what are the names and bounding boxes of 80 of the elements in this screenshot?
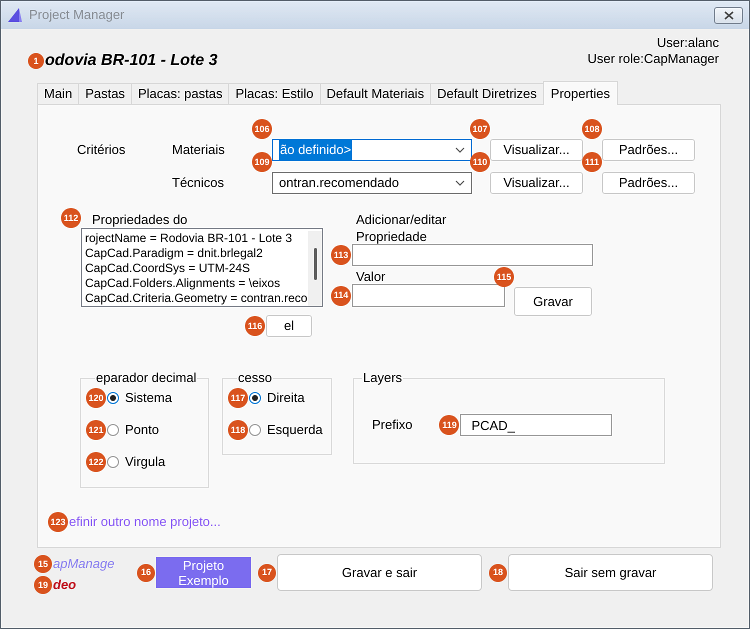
callout-marker: 120 [86, 388, 106, 408]
user-role: User role:CapManager [587, 51, 719, 67]
callout-marker: 15 [34, 555, 52, 573]
field-label: Propriedade [356, 229, 427, 244]
callout-marker: 18 [489, 564, 507, 582]
callout-marker: 116 [245, 316, 265, 336]
list-item[interactable]: CapCad.CoordSys = UTM-24S [85, 261, 250, 276]
field-label: Materiais [172, 141, 226, 160]
radio-button[interactable] [249, 392, 261, 404]
chevron-down-icon [455, 180, 465, 186]
radio-button[interactable] [107, 456, 119, 468]
callout-marker: 17 [258, 564, 276, 582]
list-item[interactable]: CapCad.Criteria.Geometry = contran.reco [85, 291, 308, 306]
property-list[interactable]: rojectName = Rodovia BR-101 - Lote 3 CapCad.Paradigm = dnit.brlegal2 CapCad.CoordSys = UTM-24S CapCad.Folders.Alignments = \eixos CapCad.Criteria.Geometry = contran.reco [81, 228, 323, 307]
radio-label: Sistema [125, 389, 172, 408]
callout-marker: 115 [494, 267, 514, 287]
group-title: eparador decimal [95, 370, 198, 386]
delete-button[interactable]: el [266, 315, 312, 337]
radio-button[interactable] [107, 424, 119, 436]
callout-marker: 108 [582, 119, 602, 139]
callout-marker: 112 [61, 208, 81, 228]
radio-button[interactable] [249, 424, 261, 436]
callout-marker: 113 [331, 245, 351, 265]
callout-marker: 19 [34, 576, 52, 594]
window-title: Project Manager [29, 6, 124, 24]
project-title: odovia BR-101 - Lote 3 [45, 51, 218, 71]
radio-button[interactable] [107, 392, 119, 404]
callout-marker: 109 [252, 152, 272, 172]
close-icon [724, 10, 734, 20]
field-label: Técnicos [172, 174, 226, 192]
user-name: User:alanc [656, 35, 719, 51]
dropdown[interactable]: ão definido> [272, 139, 472, 161]
save-button[interactable]: Gravar [514, 287, 592, 316]
callout-marker: 16 [137, 564, 155, 582]
callout-marker: 1 [28, 53, 44, 69]
tab[interactable]: Placas: pastas [130, 83, 230, 104]
callout-marker: 114 [331, 286, 351, 306]
group-title: Layers [362, 370, 404, 386]
tab[interactable]: Properties [542, 81, 618, 105]
defaults-button[interactable]: Padrões... [602, 139, 695, 161]
callout-marker: 110 [470, 152, 490, 172]
callout-marker: 122 [86, 452, 106, 472]
prefix-input[interactable]: PCAD_ [460, 414, 612, 436]
list-item[interactable]: rojectName = Rodovia BR-101 - Lote 3 [85, 231, 292, 246]
section-label: Critérios [77, 142, 126, 158]
footer-button[interactable]: Sair sem gravar [508, 554, 713, 591]
callout-marker: 121 [86, 420, 106, 440]
video-link[interactable]: deo [53, 576, 76, 594]
radio-label: Direita [267, 389, 305, 408]
radio-label: Virgula [125, 453, 166, 472]
scrollbar[interactable] [308, 231, 322, 306]
value-input[interactable] [352, 284, 505, 307]
tab[interactable]: Main [37, 83, 80, 104]
radio-label: Esquerda [267, 421, 323, 440]
close-button[interactable] [714, 6, 743, 24]
callout-marker: 117 [228, 388, 248, 408]
callout-marker: 107 [470, 119, 490, 139]
field-label: Prefixo [372, 416, 412, 434]
section-label: Adicionar/editar [356, 212, 446, 228]
view-button[interactable]: Visualizar... [490, 172, 583, 194]
callout-marker: 123 [48, 512, 68, 532]
chevron-down-icon [455, 147, 465, 153]
rename-link[interactable]: efinir outro nome projeto... [69, 514, 221, 530]
radio-label: Ponto [125, 421, 159, 440]
footer-button[interactable]: Gravar e sair [277, 554, 482, 591]
view-button[interactable]: Visualizar... [490, 139, 583, 161]
dropdown[interactable]: ontran.recomendado [272, 172, 472, 194]
callout-marker: 106 [252, 119, 272, 139]
scrollbar-thumb[interactable] [314, 248, 316, 280]
callout-marker: 119 [439, 415, 460, 435]
example-project-button[interactable]: Projeto Exemplo [156, 557, 251, 588]
list-item[interactable]: CapCad.Paradigm = dnit.brlegal2 [85, 246, 263, 261]
property-input[interactable] [352, 244, 593, 266]
defaults-button[interactable]: Padrões... [602, 172, 695, 194]
section-label: Propriedades do [92, 212, 188, 228]
callout-marker: 111 [582, 152, 602, 172]
field-label: Valor [356, 269, 386, 284]
app-logo-icon [7, 7, 23, 23]
list-item[interactable]: CapCad.Folders.Alignments = \eixos [85, 276, 280, 291]
callout-marker: 118 [228, 420, 248, 440]
